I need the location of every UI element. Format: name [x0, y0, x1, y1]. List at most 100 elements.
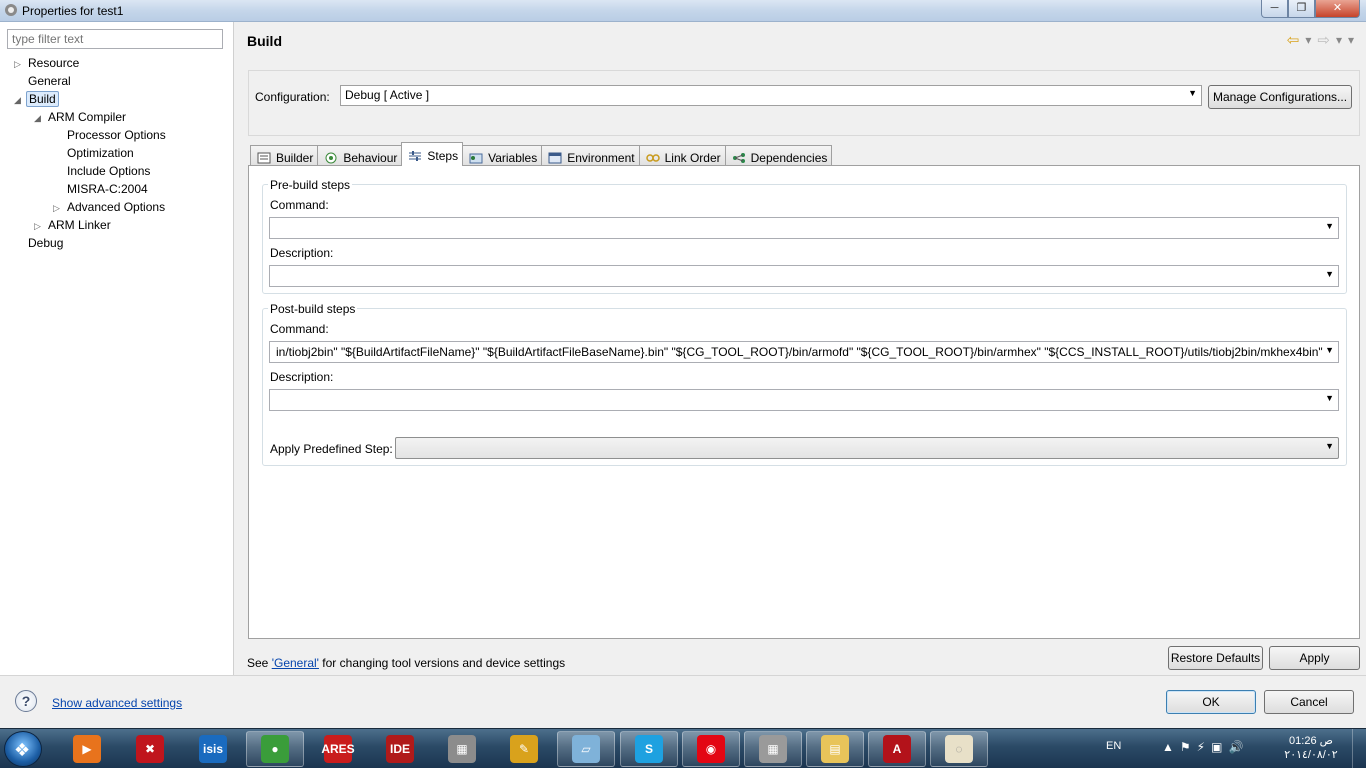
- start-button[interactable]: ❖: [4, 731, 42, 767]
- chevron-down-icon: ▼: [1325, 269, 1334, 279]
- taskbar-media-player-button[interactable]: ▶: [58, 731, 116, 767]
- show-desktop-button[interactable]: [1352, 729, 1366, 768]
- apply-button[interactable]: Apply: [1269, 646, 1360, 670]
- tree-item[interactable]: ▷ Resource: [14, 55, 81, 72]
- tab-link-order[interactable]: Link Order: [638, 145, 726, 166]
- chevron-down-icon: ▼: [1325, 221, 1334, 231]
- taskbar-ccs-button[interactable]: ▦: [744, 731, 802, 767]
- taskbar-loading-button[interactable]: ◌: [930, 731, 988, 767]
- taskbar-virtualbox-button[interactable]: ▦: [433, 731, 491, 767]
- tab-steps[interactable]: Steps: [401, 142, 464, 166]
- apply-predefined-step-select[interactable]: ▼: [395, 437, 1339, 459]
- tree-item-label: Resource: [28, 56, 80, 70]
- forward-dropdown-icon[interactable]: ▾: [1336, 33, 1342, 47]
- tree-item[interactable]: Optimization: [53, 145, 136, 162]
- tree-item[interactable]: ◢ Build: [14, 91, 59, 108]
- back-dropdown-icon[interactable]: ▾: [1305, 33, 1311, 47]
- tree-expander-icon[interactable]: ◢: [14, 92, 26, 108]
- taskbar-explorer-button[interactable]: ▤: [806, 731, 864, 767]
- taskbar-tools-button[interactable]: ✎: [495, 731, 553, 767]
- taskbar-ares-button[interactable]: ARES: [309, 731, 367, 767]
- pre-build-command-combo[interactable]: ▼: [269, 217, 1339, 239]
- language-indicator[interactable]: EN: [1106, 740, 1121, 752]
- close-button[interactable]: ✕: [1315, 0, 1360, 18]
- volume-icon[interactable]: 🔊: [1228, 740, 1243, 754]
- taskbar-mplab-button[interactable]: IDE: [371, 731, 429, 767]
- forward-arrow-icon[interactable]: ⇨: [1317, 31, 1330, 49]
- footer-note: See 'General' for changing tool versions…: [247, 656, 565, 670]
- chevron-down-icon: ▼: [1325, 441, 1334, 451]
- footer-prefix: See: [247, 656, 272, 670]
- back-arrow-icon[interactable]: ⇦: [1287, 31, 1300, 49]
- taskbar-ares-red-button[interactable]: ✖: [121, 731, 179, 767]
- taskbar: ❖ ▶ ✖ isis ● ARES IDE ▦ ✎ ▱ S ◉ ▦ ▤ A ◌ EN ▲ ⚑ ⚡ ▣ 🔊 0…: [0, 728, 1366, 768]
- tab-builder[interactable]: Builder: [250, 145, 319, 166]
- tree-item[interactable]: ◢ ARM Compiler: [34, 109, 128, 126]
- tab-label: Behaviour: [343, 150, 398, 165]
- tree-expander-icon[interactable]: ◢: [34, 110, 46, 126]
- tree-item[interactable]: Debug: [14, 235, 65, 252]
- loading-icon: ◌: [945, 735, 973, 763]
- tree-item[interactable]: Include Options: [53, 163, 152, 180]
- action-center-icon[interactable]: ⚑: [1180, 740, 1191, 754]
- pre-build-title: Pre-build steps: [268, 178, 353, 192]
- minimize-button[interactable]: ─: [1261, 0, 1288, 18]
- chevron-down-icon: ▼: [1188, 88, 1197, 98]
- tree-item[interactable]: ▷ Advanced Options: [53, 199, 167, 216]
- bottom-separator: [0, 675, 1366, 676]
- tree-expander-icon[interactable]: ▷: [14, 56, 26, 72]
- tree-expander-icon[interactable]: ▷: [53, 200, 65, 216]
- manage-configurations-button[interactable]: Manage Configurations...: [1208, 85, 1352, 109]
- taskbar-acrobat-button[interactable]: A: [868, 731, 926, 767]
- tab-bar: Builder Behaviour Steps Variables Environmen…: [250, 142, 833, 166]
- footer-suffix: for changing tool versions and device se…: [318, 656, 566, 670]
- tree-item[interactable]: General: [14, 73, 73, 90]
- pre-build-description-label: Description:: [270, 246, 334, 260]
- left-pane: ▷ResourceGeneral◢Build◢ARM CompilerProce…: [0, 22, 234, 675]
- variables-icon: [469, 152, 483, 164]
- tab-behaviour[interactable]: Behaviour: [317, 145, 403, 166]
- taskbar-skype-button[interactable]: S: [620, 731, 678, 767]
- ares-icon: ARES: [321, 735, 355, 763]
- behaviour-icon: [324, 152, 338, 164]
- clock[interactable]: 01:26 ص ٢٠١٤/٠٨/٠٢: [1276, 734, 1346, 762]
- mplab-icon: IDE: [386, 735, 414, 763]
- pre-build-description-combo[interactable]: ▼: [269, 265, 1339, 287]
- tree-item[interactable]: ▷ ARM Linker: [34, 217, 113, 234]
- view-menu-icon[interactable]: ▾: [1348, 33, 1354, 47]
- post-build-command-combo[interactable]: in/tiobj2bin" "${BuildArtifactFileName}"…: [269, 341, 1339, 363]
- cancel-button[interactable]: Cancel: [1264, 690, 1354, 714]
- tree-item-label: Advanced Options: [67, 200, 166, 214]
- configuration-value: Debug [ Active ]: [345, 88, 430, 102]
- show-hidden-icons-icon[interactable]: ▲: [1162, 740, 1174, 754]
- tab-dependencies[interactable]: Dependencies: [724, 145, 833, 166]
- general-link[interactable]: 'General': [272, 656, 319, 670]
- taskbar-vodafone-button[interactable]: ◉: [682, 731, 740, 767]
- tab-variables[interactable]: Variables: [462, 145, 543, 166]
- ok-button[interactable]: OK: [1166, 690, 1256, 714]
- network-icon[interactable]: ▣: [1211, 740, 1222, 754]
- post-build-description-combo[interactable]: ▼: [269, 389, 1339, 411]
- help-icon[interactable]: ?: [15, 690, 37, 712]
- configuration-select[interactable]: Debug [ Active ] ▼: [340, 85, 1202, 106]
- taskbar-notepad-button[interactable]: ▱: [557, 731, 615, 767]
- pre-build-command-label: Command:: [270, 198, 329, 212]
- title-bar: Properties for test1 ─ ❐ ✕: [0, 0, 1366, 22]
- taskbar-chrome-button[interactable]: ●: [246, 731, 304, 767]
- virtualbox-icon: ▦: [448, 735, 476, 763]
- filter-input[interactable]: [7, 29, 223, 49]
- show-advanced-settings-link[interactable]: Show advanced settings: [52, 696, 182, 710]
- maximize-button[interactable]: ❐: [1288, 0, 1315, 18]
- isis-icon: isis: [199, 735, 227, 763]
- tab-label: Link Order: [664, 150, 721, 165]
- explorer-icon: ▤: [821, 735, 849, 763]
- taskbar-isis-button[interactable]: isis: [184, 731, 242, 767]
- restore-defaults-button[interactable]: Restore Defaults: [1168, 646, 1263, 670]
- tree-item[interactable]: Processor Options: [53, 127, 168, 144]
- media-player-icon: ▶: [73, 735, 101, 763]
- power-icon[interactable]: ⚡: [1197, 740, 1205, 754]
- tree-expander-icon[interactable]: ▷: [34, 218, 46, 234]
- tab-environment[interactable]: Environment: [541, 145, 640, 166]
- tab-label: Builder: [276, 150, 314, 165]
- tree-item[interactable]: MISRA-C:2004: [53, 181, 150, 198]
